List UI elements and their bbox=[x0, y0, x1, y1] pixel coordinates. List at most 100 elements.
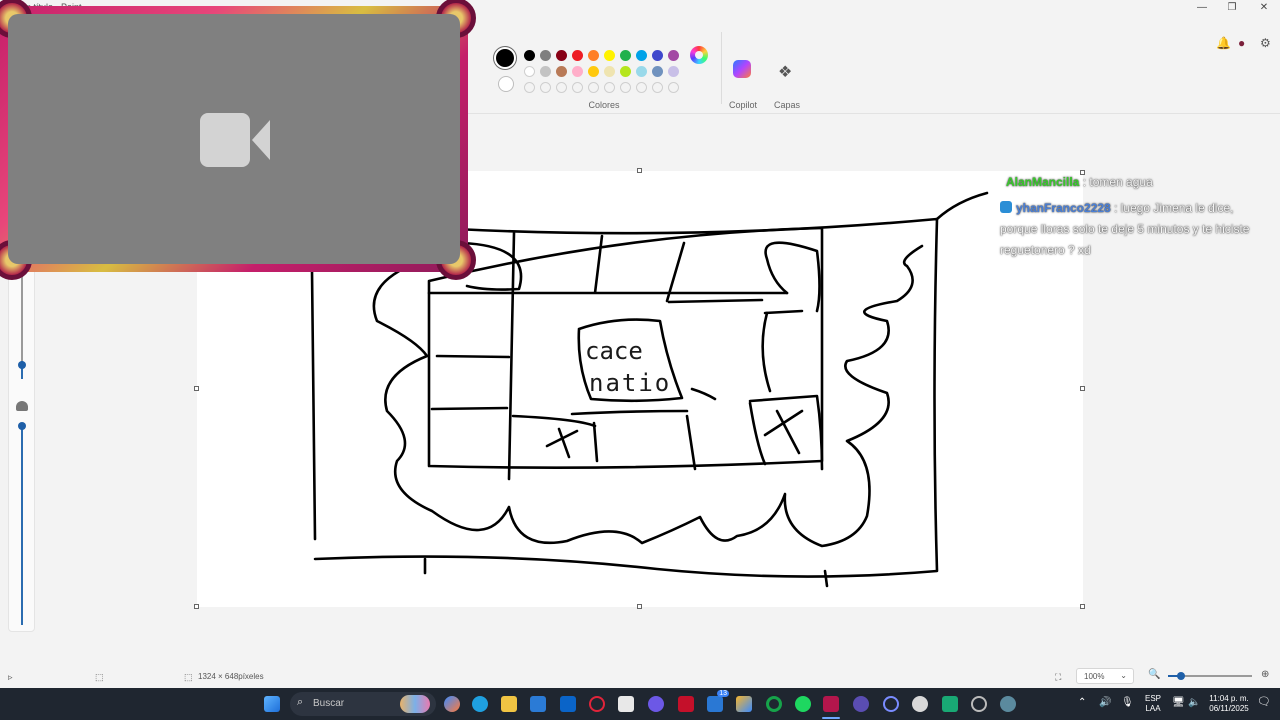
color-swatch[interactable] bbox=[572, 50, 583, 61]
volume-icon[interactable]: 🔈 bbox=[1188, 698, 1200, 708]
zoom-slider-thumb[interactable] bbox=[1177, 672, 1186, 680]
streaming-app-icon[interactable] bbox=[823, 696, 839, 712]
color-swatch[interactable] bbox=[588, 50, 599, 61]
layers-label: Capas bbox=[773, 100, 800, 110]
resize-handle-bottom-left[interactable] bbox=[194, 604, 199, 609]
color-swatch[interactable] bbox=[524, 50, 535, 61]
store-icon[interactable] bbox=[530, 696, 546, 712]
color-swatch[interactable] bbox=[620, 50, 631, 61]
outlook-icon[interactable] bbox=[560, 696, 576, 712]
color-swatch[interactable] bbox=[604, 66, 615, 77]
resize-handle-bottom[interactable] bbox=[637, 604, 642, 609]
taskbar: ⌕ Buscar 13 ⌃ 🔊 🎙 ESP LAA 🖥 🔈 11:04 p. m… bbox=[0, 688, 1280, 720]
color-picker-wheel-icon[interactable] bbox=[690, 46, 708, 64]
resize-handle-bottom-right[interactable] bbox=[1080, 604, 1085, 609]
spotify-icon[interactable] bbox=[795, 696, 811, 712]
layers-icon[interactable]: ❖ bbox=[778, 62, 792, 82]
paint-icon[interactable] bbox=[736, 696, 752, 712]
color-swatch[interactable] bbox=[620, 66, 631, 77]
fit-to-window-icon[interactable]: ⛶ bbox=[1055, 672, 1061, 683]
zoom-select[interactable]: 100% ⌄ bbox=[1076, 668, 1134, 684]
chat-username: yhanFranco2228 bbox=[1016, 201, 1111, 215]
obs-icon[interactable] bbox=[912, 696, 928, 712]
size-slider-thumb[interactable] bbox=[18, 361, 26, 369]
copilot-app-icon[interactable] bbox=[444, 696, 460, 712]
status-bar: ▹ ⬚ ⬚ 1324 × 648píxeles ⛶ 100% ⌄ 🔍 ⊕ bbox=[0, 664, 1280, 688]
colors-group bbox=[488, 14, 720, 98]
color-swatch[interactable] bbox=[556, 66, 567, 77]
custom-color-slot[interactable] bbox=[652, 82, 663, 93]
browser-icon[interactable] bbox=[766, 696, 782, 712]
color-swatch[interactable] bbox=[668, 50, 679, 61]
feedback-icon[interactable]: 🔔 bbox=[1216, 36, 1231, 50]
language-indicator[interactable]: ESP LAA bbox=[1142, 694, 1164, 714]
custom-color-slot[interactable] bbox=[572, 82, 583, 93]
secondary-color-swatch[interactable] bbox=[498, 76, 514, 92]
app-icon[interactable] bbox=[883, 696, 899, 712]
clock-time: 11:04 p. m. bbox=[1209, 694, 1249, 703]
opacity-slider-track[interactable] bbox=[21, 427, 23, 625]
app-icon[interactable] bbox=[942, 696, 958, 712]
color-swatch[interactable] bbox=[668, 66, 679, 77]
notifications-icon[interactable]: 🗨 bbox=[1257, 697, 1271, 708]
color-swatch[interactable] bbox=[636, 50, 647, 61]
clock[interactable]: 11:04 p. m. 06/11/2025 bbox=[1204, 694, 1254, 714]
brush-settings-panel bbox=[8, 250, 35, 632]
chat-username: AlanMancilla bbox=[1006, 175, 1080, 189]
copilot-icon[interactable] bbox=[733, 60, 751, 78]
close-button[interactable]: ✕ bbox=[1256, 2, 1272, 13]
stream-chat-overlay: AlanMancilla : tomen agua yhanFranco2228… bbox=[1000, 172, 1260, 261]
size-slider-track[interactable] bbox=[21, 269, 23, 361]
app-icon[interactable] bbox=[618, 696, 634, 712]
zoom-value: 100% bbox=[1084, 672, 1105, 681]
file-explorer-icon[interactable] bbox=[501, 696, 517, 712]
app-icon[interactable] bbox=[971, 696, 987, 712]
search-icon: ⌕ bbox=[297, 696, 304, 708]
maximize-button[interactable]: ❐ bbox=[1224, 2, 1240, 13]
app-icon[interactable] bbox=[853, 696, 869, 712]
language-code: ESP bbox=[1144, 694, 1161, 703]
windows-start-icon[interactable] bbox=[264, 696, 280, 712]
resize-handle-left[interactable] bbox=[194, 386, 199, 391]
color-swatch[interactable] bbox=[652, 66, 663, 77]
color-swatch[interactable] bbox=[572, 66, 583, 77]
custom-color-slot[interactable] bbox=[556, 82, 567, 93]
custom-color-slot[interactable] bbox=[604, 82, 615, 93]
custom-color-slot[interactable] bbox=[636, 82, 647, 93]
custom-color-slot[interactable] bbox=[540, 82, 551, 93]
zoom-slider[interactable] bbox=[1168, 672, 1252, 680]
color-swatch[interactable] bbox=[524, 66, 535, 77]
network-icon[interactable]: 🖥 bbox=[1172, 698, 1185, 708]
taskbar-search[interactable]: ⌕ Buscar bbox=[290, 692, 436, 716]
color-swatch[interactable] bbox=[652, 50, 663, 61]
opacity-slider-thumb[interactable] bbox=[18, 422, 26, 430]
zoom-out-icon[interactable]: 🔍 bbox=[1148, 669, 1160, 680]
settings-gear-icon[interactable]: ⚙ bbox=[1260, 36, 1271, 50]
chevron-up-icon[interactable]: ⌃ bbox=[1078, 698, 1086, 708]
custom-color-slot[interactable] bbox=[668, 82, 679, 93]
color-swatch[interactable] bbox=[556, 50, 567, 61]
netflix-icon[interactable] bbox=[678, 696, 694, 712]
messaging-icon[interactable]: 13 bbox=[707, 690, 729, 712]
color-swatch[interactable] bbox=[540, 50, 551, 61]
avatar[interactable]: ● bbox=[1238, 36, 1245, 50]
speaker-icon[interactable]: 🔊 bbox=[1099, 698, 1111, 708]
custom-color-slot[interactable] bbox=[620, 82, 631, 93]
microphone-icon[interactable]: 🎙 bbox=[1121, 698, 1134, 708]
resize-handle-top[interactable] bbox=[637, 168, 642, 173]
resize-handle-right[interactable] bbox=[1080, 386, 1085, 391]
app-icon[interactable] bbox=[1000, 696, 1016, 712]
custom-color-slot[interactable] bbox=[588, 82, 599, 93]
edge-icon[interactable] bbox=[472, 696, 488, 712]
primary-color-swatch[interactable] bbox=[496, 49, 514, 67]
discord-icon[interactable] bbox=[648, 696, 664, 712]
minimize-button[interactable]: — bbox=[1194, 2, 1210, 13]
color-swatch[interactable] bbox=[540, 66, 551, 77]
canvas-size-icon: ⬚ bbox=[184, 672, 193, 682]
color-swatch[interactable] bbox=[604, 50, 615, 61]
color-swatch[interactable] bbox=[636, 66, 647, 77]
opera-icon[interactable] bbox=[589, 696, 605, 712]
zoom-in-icon[interactable]: ⊕ bbox=[1261, 669, 1269, 680]
color-swatch[interactable] bbox=[588, 66, 599, 77]
custom-color-slot[interactable] bbox=[524, 82, 535, 93]
